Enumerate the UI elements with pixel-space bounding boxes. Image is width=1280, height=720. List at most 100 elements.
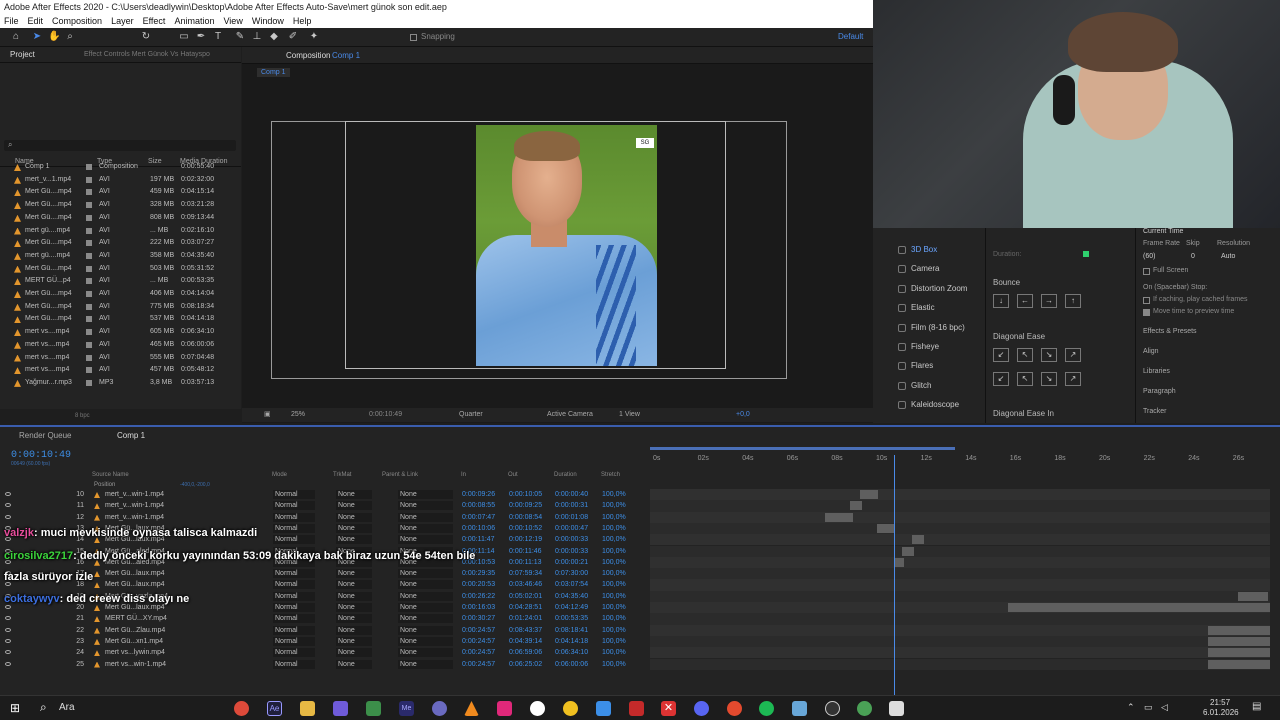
parent-select[interactable]: None [398, 490, 453, 499]
camera-select[interactable]: Active Camera [547, 408, 593, 422]
search-icon[interactable]: ⌕ [40, 700, 47, 715]
rotate-tool-icon[interactable]: ↻ [140, 31, 152, 43]
arrow-left-icon[interactable]: ← [1017, 294, 1033, 308]
layer-in[interactable]: 0:00:24:57 [462, 647, 495, 658]
tray-chevron-icon[interactable]: ⌃ [1127, 702, 1135, 713]
visibility-eye-icon[interactable] [5, 650, 11, 655]
layer-track[interactable] [650, 624, 1270, 636]
col-parent[interactable]: Parent & Link [382, 472, 418, 478]
visibility-eye-icon[interactable] [5, 661, 11, 666]
project-item[interactable]: mert vs....mp4 AVI 605 MB 0:06:34:10 [0, 326, 241, 339]
project-item[interactable]: mert vs....mp4 AVI 465 MB 0:06:00:06 [0, 339, 241, 352]
parent-select[interactable]: None [398, 501, 453, 511]
if-caching-checkbox[interactable] [1143, 297, 1150, 304]
snapping-checkbox[interactable] [410, 34, 417, 41]
video-frame[interactable]: SG [476, 125, 657, 366]
type-tool-icon[interactable]: T [212, 31, 224, 43]
panel-libraries[interactable]: Libraries [1143, 368, 1170, 375]
layer-stretch[interactable]: 100,0% [602, 647, 626, 658]
label-color-icon[interactable] [86, 214, 92, 221]
preset-item[interactable]: 3D Box [911, 245, 937, 254]
project-item[interactable]: Mert Gü....mp4 AVI 537 MB 0:04:14:18 [0, 313, 241, 326]
layer-in[interactable]: 0:00:08:55 [462, 500, 495, 511]
preset-item[interactable]: Distortion Zoom [911, 284, 967, 293]
selection-tool-icon[interactable]: ➤ [31, 31, 43, 43]
preset-item[interactable]: Kaleidoscope [911, 400, 959, 409]
layer-track[interactable] [650, 658, 1270, 670]
preset-item[interactable]: Camera [911, 264, 939, 273]
project-item[interactable]: Mert Gü....mp4 AVI 222 MB 0:03:07:27 [0, 237, 241, 250]
layer-out[interactable]: 0:04:39:14 [509, 636, 542, 647]
workspace-default[interactable]: Default [838, 32, 863, 41]
tab-render-queue[interactable]: Render Queue [19, 427, 71, 445]
timeline-layer[interactable]: 25 mert vs...win-1.mp4 Normal None None 0:00:… [0, 659, 650, 670]
menu-layer[interactable]: Layer [111, 15, 134, 28]
vlc-icon[interactable] [464, 701, 479, 716]
panel-effects-presets[interactable]: Effects & Presets [1143, 328, 1197, 335]
layer-clip-bar[interactable] [1208, 636, 1270, 646]
panel-paragraph[interactable]: Paragraph [1143, 388, 1176, 395]
layer-track[interactable] [650, 590, 1270, 602]
bpc-label[interactable]: 8 bpc [75, 413, 90, 419]
media-encoder-icon[interactable]: Me [399, 701, 414, 716]
project-search-input[interactable]: ⌕ [4, 140, 236, 151]
layer-in[interactable]: 0:00:24:57 [462, 636, 495, 647]
project-item[interactable]: mert vs....mp4 AVI 457 MB 0:05:48:12 [0, 364, 241, 377]
menu-window[interactable]: Window [252, 15, 284, 28]
layer-clip-bar[interactable] [850, 501, 862, 511]
layer-track[interactable] [650, 489, 1270, 501]
layer-clip-bar[interactable] [894, 557, 904, 567]
taskbar-search[interactable]: Ara [59, 702, 75, 713]
layer-stretch[interactable]: 100,0% [602, 625, 626, 636]
arrow-right-icon[interactable]: → [1041, 294, 1057, 308]
label-color-icon[interactable] [86, 367, 92, 374]
col-trkmat[interactable]: TrkMat [333, 472, 351, 478]
layer-out[interactable]: 0:06:59:06 [509, 647, 542, 658]
arrow-down-icon[interactable]: ↓ [993, 294, 1009, 308]
spotify-icon[interactable] [759, 701, 774, 716]
comp-breadcrumb[interactable]: Comp 1 [257, 68, 290, 77]
blend-mode-select[interactable]: Normal [273, 512, 315, 522]
layer-in[interactable]: 0:00:24:57 [462, 659, 495, 670]
layer-out[interactable]: 0:00:08:54 [509, 512, 542, 523]
layer-clip-bar[interactable] [1208, 659, 1270, 669]
notes-icon[interactable] [792, 701, 807, 716]
col-source-name[interactable]: Source Name [92, 472, 129, 478]
blend-mode-select[interactable]: Normal [273, 625, 315, 635]
volume-icon[interactable]: ◁ [1161, 702, 1168, 713]
preset-item[interactable]: Film (8-16 bpc) [911, 323, 965, 332]
timeline-layer[interactable]: 24 mert vs...lywin.mp4 Normal None None 0:00:… [0, 647, 650, 658]
puppet-tool-icon[interactable]: ✦ [308, 31, 320, 43]
layer-in[interactable]: 0:00:24:57 [462, 625, 495, 636]
arrow-up-right-icon[interactable]: ↗ [1065, 348, 1081, 362]
label-color-icon[interactable] [86, 202, 92, 209]
tiktok-icon[interactable] [497, 701, 512, 716]
exposure-value[interactable]: +0,0 [736, 408, 750, 422]
layer-duration[interactable]: 0:00:00:40 [555, 489, 588, 500]
label-color-icon[interactable] [86, 316, 92, 323]
layer-duration[interactable]: 0:00:01:08 [555, 512, 588, 523]
menu-edit[interactable]: Edit [28, 15, 44, 28]
preset-item[interactable]: Flares [911, 361, 933, 370]
skip-select[interactable]: 0 [1191, 253, 1195, 260]
tab-effect-controls[interactable]: Effect Controls Mert Günok Vs Hatayspo [84, 47, 210, 63]
brush-tool-icon[interactable]: ✎ [234, 31, 246, 43]
project-item[interactable]: Mert Gü....mp4 AVI 775 MB 0:08:18:34 [0, 301, 241, 314]
blend-mode-select[interactable]: Normal [273, 648, 315, 658]
layer-clip-bar[interactable] [825, 512, 853, 522]
layer-stretch[interactable]: 100,0% [602, 659, 626, 670]
zoom-tool-icon[interactable]: ⌕ [64, 31, 76, 43]
chrome-icon[interactable] [234, 701, 249, 716]
trkmat-select[interactable]: None [336, 512, 372, 522]
label-color-icon[interactable] [86, 278, 92, 285]
layer-track[interactable] [650, 579, 1270, 591]
parent-select[interactable]: None [398, 512, 453, 522]
timeline-layer[interactable]: 10 mert_v...win-1.mp4 Normal None None 0:00:0… [0, 489, 650, 500]
label-color-icon[interactable] [86, 189, 92, 196]
col-stretch[interactable]: Stretch [601, 472, 620, 478]
tab-composition-name[interactable]: Comp 1 [332, 51, 360, 60]
app-icon[interactable] [366, 701, 381, 716]
col-out[interactable]: Out [508, 472, 518, 478]
layer-clip-bar[interactable] [1208, 648, 1270, 658]
layer-clip-bar[interactable] [860, 490, 878, 499]
